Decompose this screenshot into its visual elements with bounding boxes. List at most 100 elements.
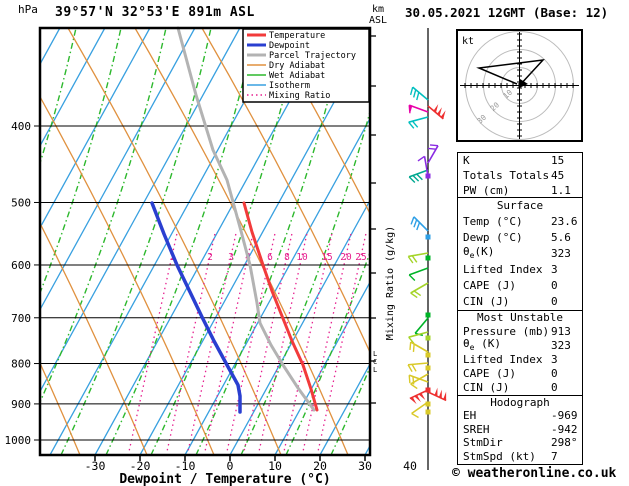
legend-label: Temperature [269,31,325,41]
wind-barb [408,116,429,129]
stat-label: CAPE (J) [463,367,516,380]
stat-label: CIN (J) [463,381,510,394]
mixing-ratio-line [317,233,367,454]
stat-row: K 15 [458,153,582,168]
indices-box: K 15 Totals Totals 45 PW (cm) 1.1 [457,152,583,200]
stat-label: CAPE (J) [463,279,516,292]
stat-value: 23.6 [551,215,578,228]
pressure-tick-label: 900 [11,398,31,411]
isotherm-line [40,28,61,66]
stat-value: 1.1 [551,184,571,197]
temperature-tick-label: -30 [85,459,106,473]
stat-label: StmSpd (kt) [463,449,536,463]
wind-barb [425,335,431,341]
lcl-label: L [373,350,377,358]
asl-axis-label: ASL [369,15,387,26]
wind-barb [427,387,447,402]
km-axis-label: km [372,4,384,15]
mixing-ratio-line [302,233,352,454]
stat-value: 3 [551,263,558,276]
pressure-tick-label: 700 [11,312,31,325]
mixing-ratio-label: 25 [355,252,366,263]
isotherm-line [40,28,151,230]
wind-barb [409,389,429,405]
stat-value: 323 [551,339,571,352]
wind-barb [408,169,429,183]
wind-barb [425,255,431,261]
stat-row: StmSpd (kt) 7 [458,450,582,463]
stat-value: -969 [551,409,578,423]
mixing-ratio-label: 20 [340,252,352,263]
legend-label: Dewpoint [269,41,310,51]
wind-barb [409,86,429,101]
datetime-label: 30.05.2021 12GMT (Base: 12) [405,5,609,20]
stat-label: Totals Totals [463,169,550,182]
stat-row: Totals Totals 45 [458,168,582,183]
stat-value: 913 [551,325,571,338]
stat-label: CIN (J) [463,295,510,308]
temperature-tick-label: 40 [403,459,417,473]
stat-value: 7 [551,449,558,463]
temperature-tick-label: 30 [358,459,372,473]
stat-value: 5.6 [551,231,571,244]
credit-footer: © weatheronline.co.uk [452,466,617,481]
wet-adiabat-line [60,28,212,455]
stat-value: 0 [551,279,558,292]
surface-box: Surface Temp (°C) 23.6 Dewp (°C) 5.6 θe(K) 323… [457,197,583,312]
wet-adiabat-line [105,28,257,455]
mixing-ratio-label: 15 [321,252,332,263]
stat-value: 298° [551,436,578,450]
hodograph-stats-box: Hodograph EH -969 SREH -942 StmDir 298° StmSpd … [457,395,583,465]
panel-section-title: Hodograph [490,396,550,409]
temperature-axis: -30 -20 -10 0 10 20 30 40 [85,455,417,473]
mixing-ratio-axis-title: Mixing Ratio (g/kg) [385,226,396,340]
temperature-axis-title: Dewpoint / Temperature (°C) [119,472,330,486]
pressure-tick-label: 600 [11,259,31,272]
dry-adiabat-line [0,28,13,455]
wind-barb-column [407,28,447,470]
wind-barb [425,234,431,240]
legend-label: Parcel Trajectory [269,51,356,61]
pressure-tick-label: 400 [11,120,31,133]
wind-barb [425,409,431,415]
dewpoint-curve [150,201,242,414]
temperature-tick-label: 10 [268,459,282,473]
dry-adiabat-line [40,221,148,455]
legend-label: Mixing Ratio [269,91,330,101]
wet-adiabat-line [40,28,77,166]
mixing-ratio-label: 3 [228,252,234,263]
mixing-ratio-label: 2 [207,252,213,263]
wind-barb [407,252,429,264]
stat-row: Lifted Index 3 [458,353,582,367]
stat-row: θe (K) 323 [458,337,582,353]
stat-value: 0 [551,295,558,308]
pressure-tick-label: 800 [11,358,31,371]
stat-row: CAPE (J) 0 [458,367,582,381]
wind-barb [410,216,429,232]
wind-barb [427,104,446,120]
wind-barb [410,282,429,299]
stat-value: 0 [551,367,558,380]
skewt-sounding-app: hPa km ASL 400 500 600 700 800 900 1000 123468… [0,0,629,486]
stat-value: 0 [551,381,558,394]
stat-row: SREH -942 [458,423,582,436]
legend-label: Wet Adiabat [269,71,325,81]
most-unstable-box: Most Unstable Pressure (mb) 913 θe (K) 323 Li… [457,310,583,397]
wind-barb [407,362,429,373]
wind-barb [425,401,431,407]
panel-section-title: Surface [496,199,544,212]
pressure-tick-label: 1000 [5,434,32,447]
temperature-tick-label: 0 [227,459,234,473]
wet-adiabat-line [0,28,31,455]
stat-label: Lifted Index [463,353,543,366]
mixing-ratio-line [166,233,216,454]
legend-label: Isotherm [269,81,310,91]
stat-value: 15 [551,154,565,167]
stat-label: K [463,154,470,167]
stat-value: -942 [551,422,578,436]
stat-row: CAPE (J) 0 [458,278,582,294]
pressure-unit-label: hPa [18,3,38,16]
stat-row: PW (cm) 1.1 [458,183,582,198]
stat-label: StmDir [463,436,503,450]
stat-row: StmDir 298° [458,436,582,449]
